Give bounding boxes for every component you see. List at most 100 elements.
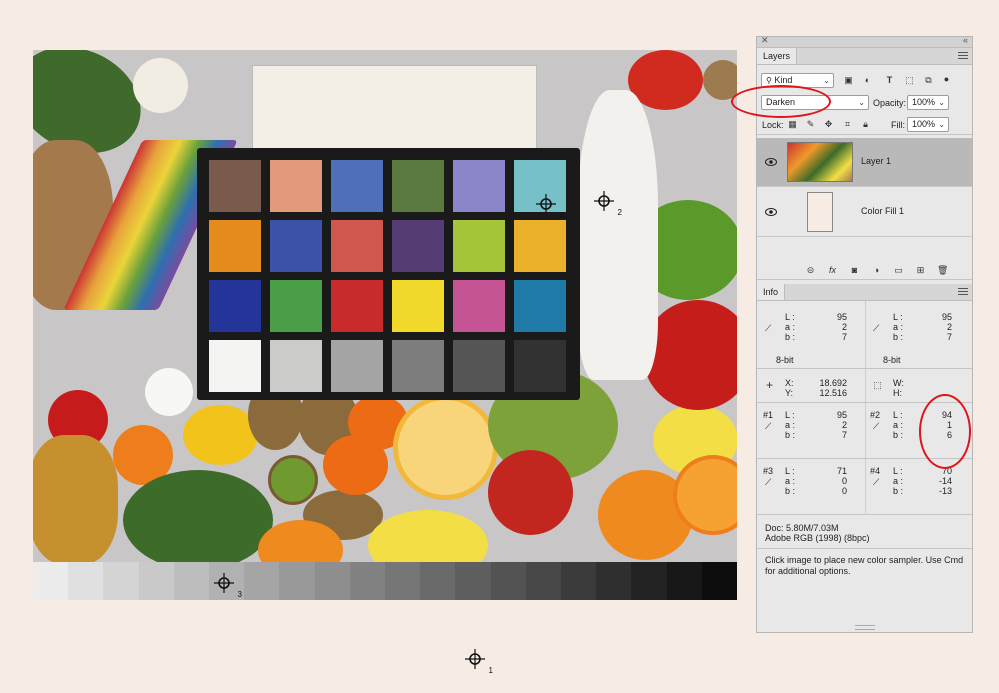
label-l: L : [785, 410, 795, 420]
fx-icon[interactable]: fx [827, 265, 838, 276]
lock-position-icon[interactable]: ✥ [823, 119, 834, 130]
checker-patch [453, 160, 505, 212]
trash-icon[interactable]: 🗑︎ [937, 265, 948, 276]
opacity-input[interactable]: 100% ⌄ [907, 95, 949, 110]
selection-size-icon: ⬚ [873, 380, 882, 390]
tab-info[interactable]: Info [757, 284, 786, 300]
color-sampler-3[interactable]: 3 [212, 571, 242, 599]
sampler-id: #2 [870, 410, 881, 420]
fill-layer-thumbnail [807, 192, 833, 232]
lock-artboard-icon[interactable]: ⌗ [842, 119, 853, 130]
checker-patch [209, 340, 261, 392]
adjustment-filter-icon[interactable]: ◐ [862, 75, 873, 86]
info-hint: Click image to place new color sampler. … [765, 555, 964, 576]
gray-step [525, 562, 562, 600]
label-l: L : [893, 466, 903, 476]
checker-patch [270, 340, 322, 392]
label-x: X: [785, 378, 794, 388]
filter-toggle-icon[interactable]: ● [941, 74, 952, 85]
new-layer-icon[interactable]: ⊞ [915, 265, 926, 276]
lock-transparency-icon[interactable]: ▦ [787, 119, 798, 130]
resize-grip[interactable] [855, 625, 875, 630]
checker-patch [514, 340, 566, 392]
checker-patch [514, 220, 566, 272]
new-group-icon[interactable]: ▭ [893, 265, 904, 276]
gray-step [701, 562, 738, 600]
fill-input[interactable]: 100% ⌄ [907, 117, 949, 132]
layer-row-layer-1[interactable]: Layer 1 [757, 138, 972, 187]
layer-name[interactable]: Color Fill 1 [861, 206, 904, 216]
gray-step [244, 562, 280, 600]
checker-patch [331, 280, 383, 332]
layer-name[interactable]: Layer 1 [861, 156, 891, 166]
fill-value: 100% [912, 119, 936, 129]
label-a: a : [893, 322, 904, 332]
shape-filter-icon[interactable]: ⬚ [904, 75, 915, 86]
yellow-pepper [183, 405, 258, 465]
greens [123, 470, 273, 562]
garlic [133, 58, 188, 113]
collapse-icon[interactable]: « [963, 35, 968, 45]
color-sampler-2[interactable]: 2 [592, 189, 622, 217]
color-sampler-4[interactable]: 4 [534, 192, 564, 220]
eye-icon[interactable] [765, 157, 777, 167]
chevron-down-icon: ⌄ [938, 120, 945, 129]
label-a: a : [893, 476, 904, 486]
value-y: 12.516 [819, 388, 847, 398]
eye-icon[interactable] [765, 207, 777, 217]
sampler-id: #3 [763, 466, 774, 476]
close-icon[interactable]: ✕ [761, 35, 769, 46]
lock-all-icon[interactable]: 🔒︎ [860, 119, 871, 130]
gray-step [561, 562, 597, 600]
color-checker-chart [197, 148, 580, 400]
add-mask-icon[interactable]: ◙ [849, 265, 860, 276]
crosshair-icon [536, 194, 556, 214]
filter-kind-label: Kind [774, 75, 793, 85]
label-b: b : [785, 332, 796, 342]
color-sampler-1[interactable]: 1 [463, 647, 493, 675]
crosshair-icon: + [765, 378, 773, 392]
annotation-circle-sampler-2 [919, 394, 971, 469]
gray-step [596, 562, 632, 600]
info-tab-bar: Info [757, 284, 972, 301]
value-l: 71 [836, 466, 847, 476]
annotation-circle-blend-mode [731, 85, 831, 118]
color-profile: Adobe RGB (1998) (8bpc) [765, 533, 870, 543]
checker-patch [392, 220, 444, 272]
checker-patch [209, 220, 261, 272]
gray-step [631, 562, 667, 600]
label-l: L : [785, 466, 795, 476]
checker-patch [209, 280, 261, 332]
panel-title-bar[interactable]: ✕ « [757, 35, 972, 48]
label-l: L : [785, 312, 795, 322]
gray-step [666, 562, 702, 600]
divider [865, 403, 866, 458]
label-a: a : [785, 476, 796, 486]
lock-image-icon[interactable]: ✎ [805, 119, 816, 130]
eyedropper-icon: ⟋ [873, 477, 880, 487]
image-filter-icon[interactable]: ▣ [843, 75, 854, 86]
tab-layers[interactable]: Layers [757, 48, 798, 64]
fill-label: Fill: [891, 120, 905, 130]
layers-toolbar: ⊝ fx ◙ ◑ ▭ ⊞ 🗑︎ [757, 262, 972, 280]
grayscale-strip [33, 562, 738, 600]
label-l: L : [893, 410, 903, 420]
link-layers-icon[interactable]: ⊝ [805, 265, 816, 276]
panel-menu-icon[interactable] [958, 287, 968, 296]
layer-row-color-fill-1[interactable]: Color Fill 1 [757, 188, 972, 237]
value-l: 95 [836, 312, 847, 322]
checker-patch [514, 280, 566, 332]
info-document: Doc: 5.80M/7.03M Adobe RGB (1998) (8bpc) [757, 515, 972, 549]
layers-tab-bar: Layers [757, 48, 972, 65]
label-l: L : [893, 312, 903, 322]
type-filter-icon[interactable]: T [884, 75, 895, 86]
new-adjustment-icon[interactable]: ◑ [871, 265, 882, 276]
value-l: 95 [941, 312, 952, 322]
panel-menu-icon[interactable] [958, 51, 968, 60]
apple [488, 450, 573, 535]
label-h: H: [893, 388, 902, 398]
label-w: W: [893, 378, 904, 388]
value-b: 0 [841, 486, 847, 496]
divider [865, 369, 866, 402]
smart-object-filter-icon[interactable]: ⧉ [923, 75, 934, 86]
